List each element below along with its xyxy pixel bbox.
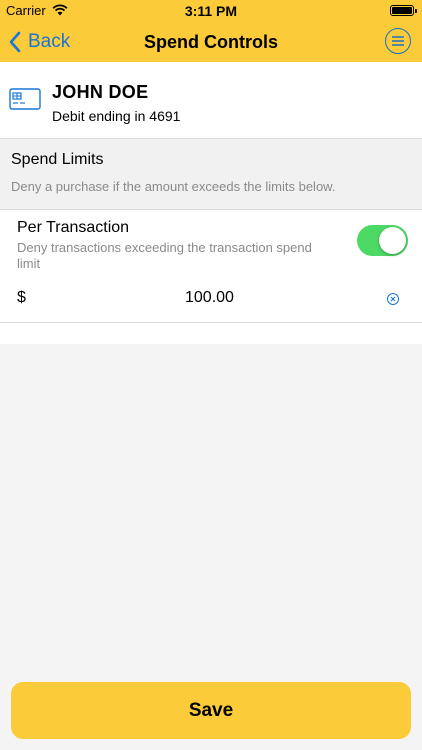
amount-input[interactable] bbox=[185, 289, 305, 307]
per-transaction-title: Per Transaction bbox=[17, 219, 130, 236]
spend-limits-header: Spend Limits Deny a purchase if the amou… bbox=[0, 139, 422, 210]
status-time: 3:11 PM bbox=[184, 3, 238, 19]
per-transaction-toggle[interactable] bbox=[357, 225, 408, 256]
save-button[interactable]: Save bbox=[11, 682, 411, 739]
clear-icon bbox=[390, 296, 396, 302]
section-description: Deny a purchase if the amount exceeds th… bbox=[11, 179, 336, 194]
toggle-knob bbox=[379, 227, 406, 254]
menu-button[interactable] bbox=[385, 28, 411, 54]
card-summary: JOHN DOE Debit ending in 4691 bbox=[0, 62, 422, 139]
navigation-bar: Back Spend Controls bbox=[0, 22, 422, 62]
page-title: Spend Controls bbox=[144, 32, 278, 52]
per-transaction-panel: Per Transaction Deny transactions exceed… bbox=[0, 210, 422, 344]
battery-icon bbox=[390, 5, 417, 16]
clear-amount-button[interactable] bbox=[387, 293, 399, 305]
currency-symbol: $ bbox=[17, 289, 26, 306]
top-bar: Carrier 3:11 PM Back Spend Controls bbox=[0, 0, 422, 62]
status-bar: Carrier 3:11 PM bbox=[0, 0, 422, 22]
card-description: Debit ending in 4691 bbox=[52, 108, 181, 124]
amount-row: $ bbox=[0, 280, 422, 323]
per-transaction-description: Deny transactions exceeding the transact… bbox=[17, 240, 312, 271]
credit-card-icon bbox=[9, 88, 41, 110]
section-title: Spend Limits bbox=[11, 151, 104, 168]
hamburger-icon bbox=[392, 36, 404, 46]
cardholder-name: JOHN DOE bbox=[52, 82, 149, 102]
